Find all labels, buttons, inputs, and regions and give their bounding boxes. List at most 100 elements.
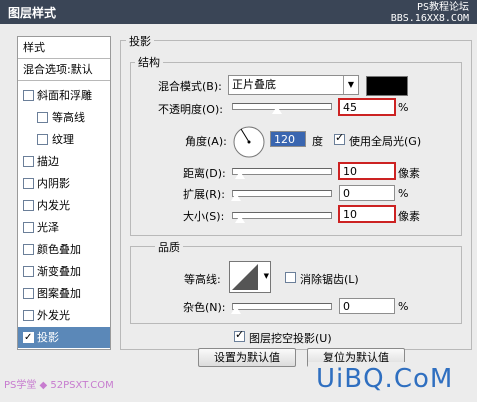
spread-slider-track xyxy=(232,190,332,197)
distance-slider-track xyxy=(232,168,332,175)
global-light-checkbox[interactable] xyxy=(334,131,345,145)
style-item-checkbox[interactable] xyxy=(23,200,34,211)
style-item-checkbox[interactable] xyxy=(37,112,48,123)
global-light-label: 使用全局光(G) xyxy=(349,135,422,148)
style-item[interactable]: 投影 xyxy=(18,327,110,348)
style-item-checkbox[interactable] xyxy=(23,266,34,277)
site-logo: UiBQ.CoM xyxy=(308,362,473,400)
noise-unit: % xyxy=(398,300,409,313)
noise-slider-track xyxy=(232,303,332,310)
angle-dial[interactable] xyxy=(232,125,266,159)
angle-input[interactable]: 120 xyxy=(270,131,306,147)
noise-label: 杂色(N): xyxy=(183,301,226,314)
contour-picker[interactable]: ▼ xyxy=(229,261,271,293)
style-item-checkbox[interactable] xyxy=(37,134,48,145)
style-item-label: 纹理 xyxy=(52,133,74,146)
opacity-input[interactable]: 45 xyxy=(339,99,395,115)
contour-preview-icon xyxy=(232,264,258,290)
style-item-label: 投影 xyxy=(37,331,59,344)
set-default-button[interactable]: 设置为默认值 xyxy=(198,348,296,367)
spread-slider-thumb[interactable] xyxy=(230,192,242,202)
style-item-checkbox[interactable] xyxy=(23,156,34,167)
style-item-label: 内阴影 xyxy=(37,177,70,190)
structure-title: 结构 xyxy=(135,54,163,70)
drop-shadow-title: 投影 xyxy=(126,33,154,49)
style-item-checkbox[interactable] xyxy=(23,310,34,321)
noise-slider-thumb[interactable] xyxy=(230,305,242,315)
style-item[interactable]: 渐变叠加 xyxy=(18,261,110,282)
watermark-top-line2: BBS.16XX8.COM xyxy=(390,13,469,24)
spread-label: 扩展(R): xyxy=(183,188,225,201)
style-item-checkbox[interactable] xyxy=(23,90,34,101)
style-item[interactable]: 纹理 xyxy=(18,129,110,150)
dialog-title: 图层样式 xyxy=(8,6,57,20)
style-item-label: 斜面和浮雕 xyxy=(37,89,92,102)
size-slider[interactable] xyxy=(232,209,332,224)
chevron-down-icon[interactable]: ▼ xyxy=(343,76,358,94)
size-slider-track xyxy=(232,212,332,219)
size-label: 大小(S): xyxy=(183,210,225,223)
spread-input[interactable]: 0 xyxy=(339,185,395,201)
spread-unit: % xyxy=(398,187,409,200)
site-logo-text: UiBQ.CoM xyxy=(316,364,454,394)
style-item-checkbox[interactable] xyxy=(23,222,34,233)
style-item-checkbox[interactable] xyxy=(23,244,34,255)
blend-mode-select[interactable]: 正片叠底 ▼ xyxy=(228,75,359,95)
style-item[interactable]: 斜面和浮雕 xyxy=(18,85,110,106)
watermark-top: PS教程论坛 BBS.16XX8.COM xyxy=(391,2,469,24)
style-item-label: 光泽 xyxy=(37,221,59,234)
distance-slider[interactable] xyxy=(232,165,332,180)
style-list: 样式 混合选项:默认 斜面和浮雕等高线纹理描边内阴影内发光光泽颜色叠加渐变叠加图… xyxy=(17,36,111,350)
size-unit: 像素 xyxy=(398,210,420,223)
opacity-slider-thumb[interactable] xyxy=(271,105,284,115)
quality-title: 品质 xyxy=(155,239,183,255)
knockout-label: 图层挖空投影(U) xyxy=(249,332,332,345)
noise-input[interactable]: 0 xyxy=(339,298,395,314)
style-item[interactable]: 外发光 xyxy=(18,305,110,326)
style-item[interactable]: 图案叠加 xyxy=(18,283,110,304)
style-item-label: 内发光 xyxy=(37,199,70,212)
watermark-top-line1: PS教程论坛 xyxy=(416,2,469,13)
distance-label: 距离(D): xyxy=(183,167,226,180)
angle-unit: 度 xyxy=(312,135,323,148)
shadow-color-swatch[interactable] xyxy=(366,76,408,96)
style-item[interactable]: 光泽 xyxy=(18,217,110,238)
opacity-slider[interactable] xyxy=(232,100,332,115)
style-item-label: 渐变叠加 xyxy=(37,265,81,278)
size-slider-thumb[interactable] xyxy=(233,214,246,224)
size-input[interactable]: 10 xyxy=(339,206,395,222)
style-item-label: 等高线 xyxy=(52,111,85,124)
contour-label: 等高线: xyxy=(184,273,221,286)
blend-options-item[interactable]: 混合选项:默认 xyxy=(18,59,110,81)
style-item[interactable]: 颜色叠加 xyxy=(18,239,110,260)
style-list-header[interactable]: 样式 xyxy=(18,37,110,59)
blend-mode-value: 正片叠底 xyxy=(232,78,276,91)
style-item-checkbox[interactable] xyxy=(23,288,34,299)
style-item-label: 外发光 xyxy=(37,309,70,322)
blend-mode-label: 混合模式(B): xyxy=(158,80,222,93)
style-item[interactable]: 内发光 xyxy=(18,195,110,216)
title-bar[interactable]: 图层样式 PS教程论坛 BBS.16XX8.COM xyxy=(0,0,477,24)
layer-style-dialog: 图层样式 PS教程论坛 BBS.16XX8.COM 样式 混合选项:默认 斜面和… xyxy=(0,0,477,402)
anti-alias-checkbox[interactable] xyxy=(285,272,296,283)
distance-unit: 像素 xyxy=(398,167,420,180)
noise-slider[interactable] xyxy=(230,300,332,315)
style-item-label: 图案叠加 xyxy=(37,287,81,300)
angle-label: 角度(A): xyxy=(185,135,227,148)
style-item[interactable]: 内阴影 xyxy=(18,173,110,194)
distance-input[interactable]: 10 xyxy=(339,163,395,179)
style-item-label: 颜色叠加 xyxy=(37,243,81,256)
knockout-checkbox[interactable] xyxy=(234,328,245,342)
watermark-bottom: PS学堂 ◆ 52PSXT.COM xyxy=(4,380,114,391)
chevron-down-icon[interactable]: ▼ xyxy=(264,272,269,280)
style-item-checkbox[interactable] xyxy=(23,178,34,189)
style-item-checkbox[interactable] xyxy=(23,327,34,348)
spread-slider[interactable] xyxy=(230,187,332,202)
distance-slider-thumb[interactable] xyxy=(233,170,246,180)
style-item[interactable]: 描边 xyxy=(18,151,110,172)
opacity-label: 不透明度(O): xyxy=(158,103,223,116)
style-item[interactable]: 等高线 xyxy=(18,107,110,128)
opacity-unit: % xyxy=(398,101,409,114)
anti-alias-label: 消除锯齿(L) xyxy=(300,273,359,286)
style-item-label: 描边 xyxy=(37,155,59,168)
